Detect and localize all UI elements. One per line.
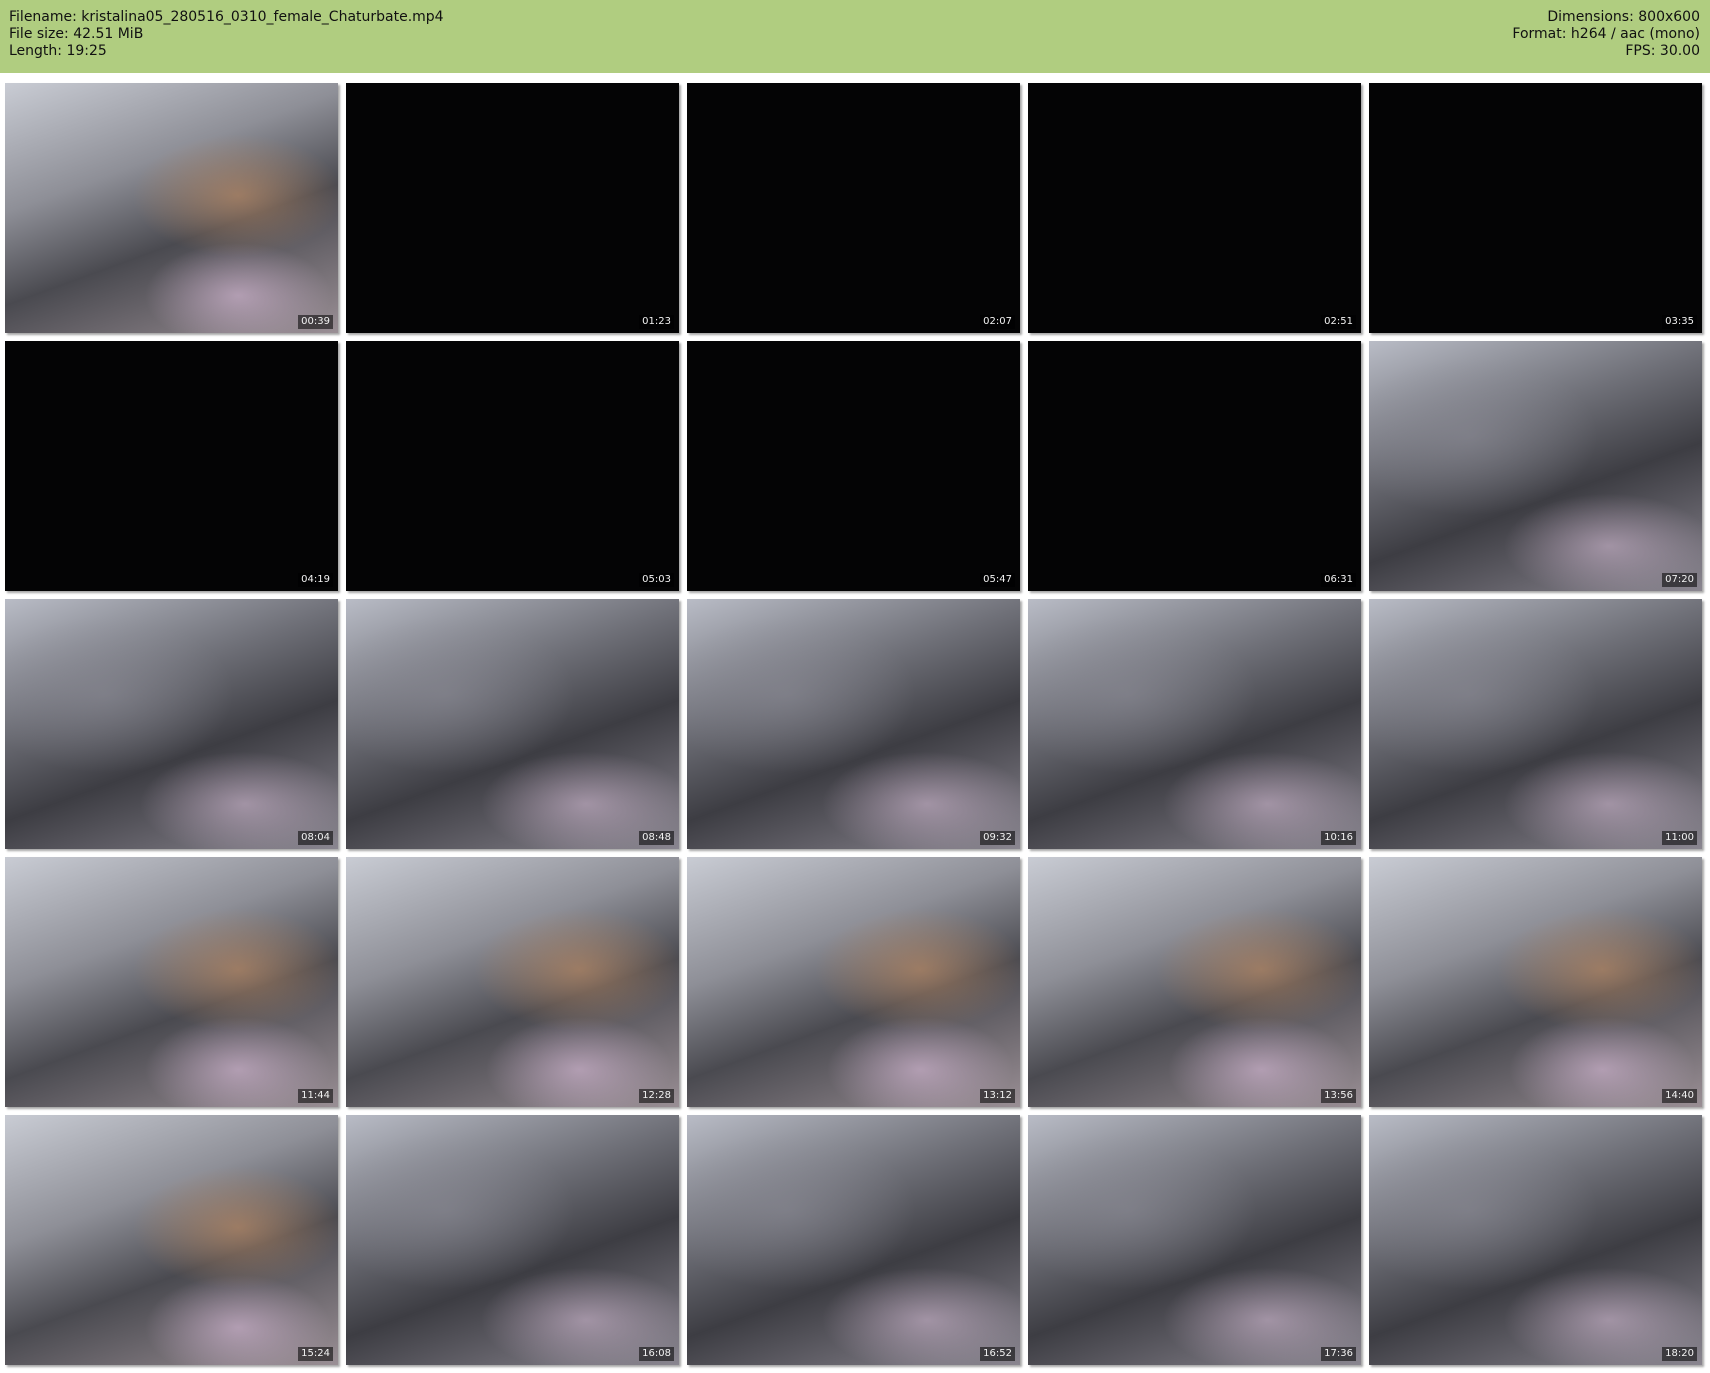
- video-frame-thumbnail: 14:40: [1369, 857, 1702, 1107]
- video-frame-thumbnail: 08:04: [5, 599, 338, 849]
- filesize-label: File size: 42.51 MiB: [9, 26, 144, 42]
- video-frame-thumbnail: 18:20: [1369, 1115, 1702, 1365]
- timestamp-label: 07:20: [1662, 573, 1697, 587]
- timestamp-label: 16:52: [980, 1347, 1015, 1361]
- video-frame-thumbnail: 02:07: [687, 83, 1020, 333]
- video-frame-thumbnail: 16:08: [346, 1115, 679, 1365]
- file-info-right: Dimensions: 800x600 Format: h264 / aac (…: [1512, 9, 1700, 60]
- timestamp-label: 01:23: [639, 315, 674, 329]
- info-header: Filename: kristalina05_280516_0310_femal…: [0, 0, 1710, 73]
- video-frame-thumbnail: 11:00: [1369, 599, 1702, 849]
- video-frame-thumbnail: 06:31: [1028, 341, 1361, 591]
- fps-label: FPS: 30.00: [1625, 43, 1700, 59]
- video-frame-thumbnail: 13:56: [1028, 857, 1361, 1107]
- timestamp-label: 10:16: [1321, 831, 1356, 845]
- video-frame-thumbnail: 05:47: [687, 341, 1020, 591]
- timestamp-label: 02:07: [980, 315, 1015, 329]
- timestamp-label: 03:35: [1662, 315, 1697, 329]
- video-frame-thumbnail: 15:24: [5, 1115, 338, 1365]
- video-frame-thumbnail: 04:19: [5, 341, 338, 591]
- timestamp-label: 11:00: [1662, 831, 1697, 845]
- timestamp-label: 02:51: [1321, 315, 1356, 329]
- video-frame-thumbnail: 02:51: [1028, 83, 1361, 333]
- video-frame-thumbnail: 12:28: [346, 857, 679, 1107]
- timestamp-label: 04:19: [298, 573, 333, 587]
- video-frame-thumbnail: 05:03: [346, 341, 679, 591]
- filename-label: Filename: kristalina05_280516_0310_femal…: [9, 9, 444, 25]
- timestamp-label: 18:20: [1662, 1347, 1697, 1361]
- video-frame-thumbnail: 09:32: [687, 599, 1020, 849]
- file-info-left: Filename: kristalina05_280516_0310_femal…: [9, 9, 444, 60]
- thumbnail-grid: 00:39 01:23 02:07 02:51 03:35 04:19 05:03 05:47…: [5, 83, 1702, 1365]
- timestamp-label: 17:36: [1321, 1347, 1356, 1361]
- timestamp-label: 00:39: [298, 315, 333, 329]
- dimensions-label: Dimensions: 800x600: [1547, 9, 1700, 25]
- video-frame-thumbnail: 03:35: [1369, 83, 1702, 333]
- timestamp-label: 06:31: [1321, 573, 1356, 587]
- timestamp-label: 08:04: [298, 831, 333, 845]
- video-frame-thumbnail: 01:23: [346, 83, 679, 333]
- video-frame-thumbnail: 00:39: [5, 83, 338, 333]
- timestamp-label: 16:08: [639, 1347, 674, 1361]
- timestamp-label: 14:40: [1662, 1089, 1697, 1103]
- timestamp-label: 09:32: [980, 831, 1015, 845]
- video-frame-thumbnail: 08:48: [346, 599, 679, 849]
- video-frame-thumbnail: 07:20: [1369, 341, 1702, 591]
- video-frame-thumbnail: 10:16: [1028, 599, 1361, 849]
- timestamp-label: 13:56: [1321, 1089, 1356, 1103]
- format-label: Format: h264 / aac (mono): [1512, 26, 1700, 42]
- video-frame-thumbnail: 17:36: [1028, 1115, 1361, 1365]
- video-frame-thumbnail: 11:44: [5, 857, 338, 1107]
- video-frame-thumbnail: 13:12: [687, 857, 1020, 1107]
- timestamp-label: 12:28: [639, 1089, 674, 1103]
- length-label: Length: 19:25: [9, 43, 107, 59]
- timestamp-label: 11:44: [298, 1089, 333, 1103]
- timestamp-label: 05:03: [639, 573, 674, 587]
- video-frame-thumbnail: 16:52: [687, 1115, 1020, 1365]
- timestamp-label: 13:12: [980, 1089, 1015, 1103]
- timestamp-label: 15:24: [298, 1347, 333, 1361]
- timestamp-label: 05:47: [980, 573, 1015, 587]
- timestamp-label: 08:48: [639, 831, 674, 845]
